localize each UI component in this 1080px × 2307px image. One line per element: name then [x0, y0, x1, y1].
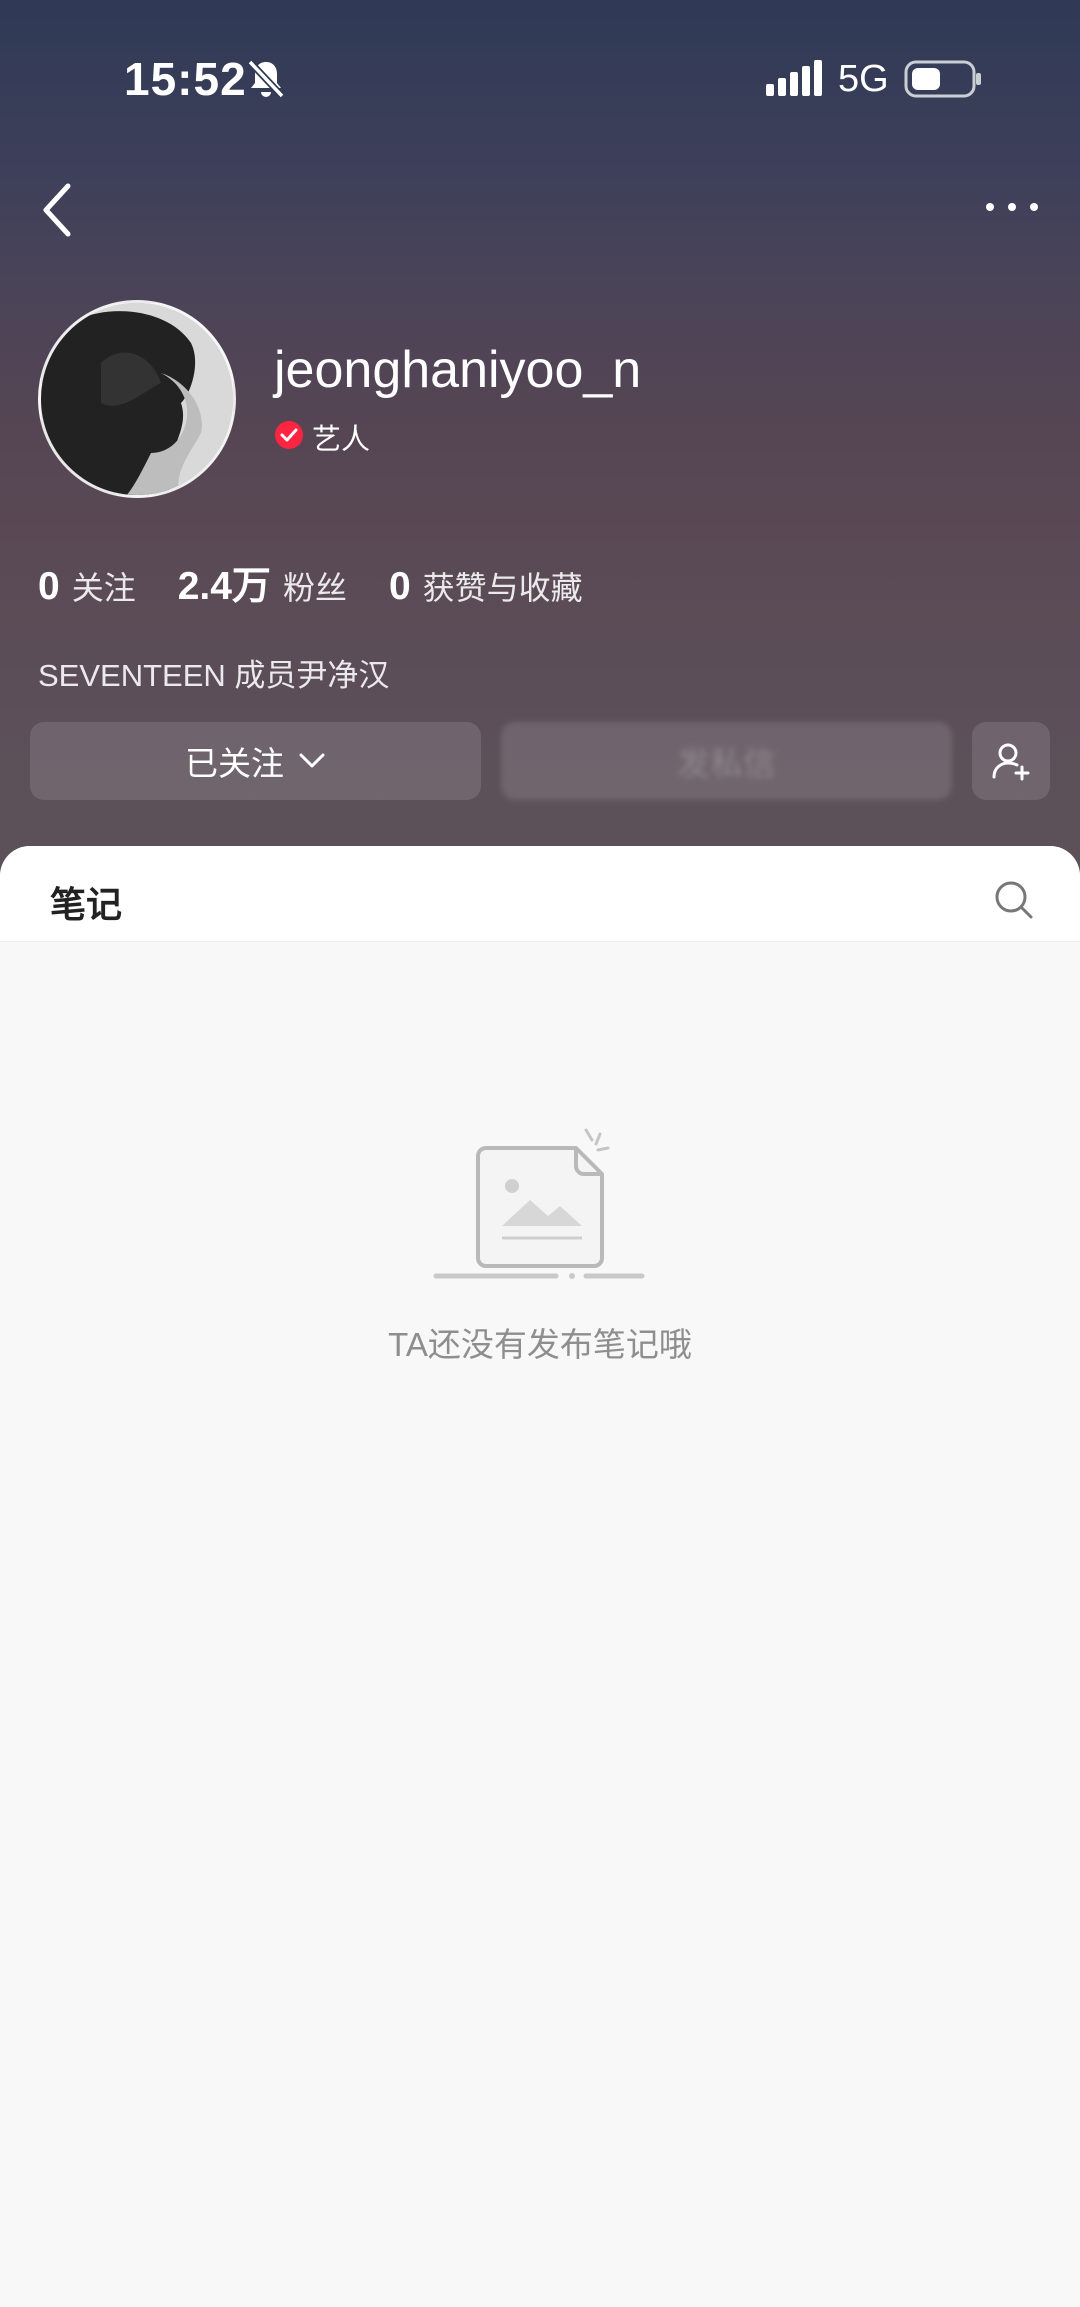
username: jeonghaniyoo_n [274, 341, 642, 399]
verified-icon [275, 421, 303, 449]
stat-label: 获赞与收藏 [422, 570, 583, 606]
stat-label: 关注 [71, 570, 136, 606]
stat-value: 2.4万 [177, 565, 271, 608]
stat-value: 0 [388, 565, 411, 608]
tab-notes[interactable]: 笔记 [50, 876, 122, 928]
message-label: 发私信 [677, 745, 776, 782]
following-button[interactable]: 已关注 [30, 722, 481, 800]
battery-icon [904, 60, 981, 98]
add-friend-button[interactable] [972, 722, 1050, 800]
profile-bio: SEVENTEEN 成员尹净汉 [38, 658, 390, 693]
add-user-icon [992, 743, 1030, 781]
message-button[interactable]: 发私信 [501, 722, 952, 800]
notes-panel: 笔记 [0, 846, 1080, 2307]
profile-stats: 0 关注 2.4万 粉丝 0 获赞与收藏 [38, 555, 625, 611]
verified-label: 艺人 [312, 424, 371, 456]
empty-state-text: TA还没有发布笔记哦 [388, 1326, 692, 1363]
network-type: 5G [838, 58, 889, 100]
signal-icon [766, 60, 822, 96]
more-options-button[interactable] [984, 192, 1040, 222]
empty-note-icon [433, 1128, 645, 1279]
stat-value: 0 [38, 565, 60, 608]
bell-muted-icon [247, 59, 285, 99]
back-button[interactable] [36, 180, 80, 240]
avatar-portrait-icon [41, 303, 233, 495]
avatar[interactable] [38, 300, 236, 498]
notes-tab-bar: 笔记 [0, 846, 1080, 942]
status-bar: 15:52 5G [0, 0, 1080, 160]
status-time: 15:52 [124, 53, 247, 105]
action-row: 已关注 发私信 [30, 722, 1050, 800]
stat-followers[interactable]: 2.4万 粉丝 [178, 555, 347, 611]
stat-label: 粉丝 [282, 570, 347, 606]
chevron-down-icon [299, 753, 325, 768]
stat-following[interactable]: 0 关注 [38, 563, 136, 609]
stat-likes-collections[interactable]: 0 获赞与收藏 [389, 563, 583, 609]
search-icon[interactable] [994, 880, 1034, 920]
following-label: 已关注 [185, 745, 284, 782]
